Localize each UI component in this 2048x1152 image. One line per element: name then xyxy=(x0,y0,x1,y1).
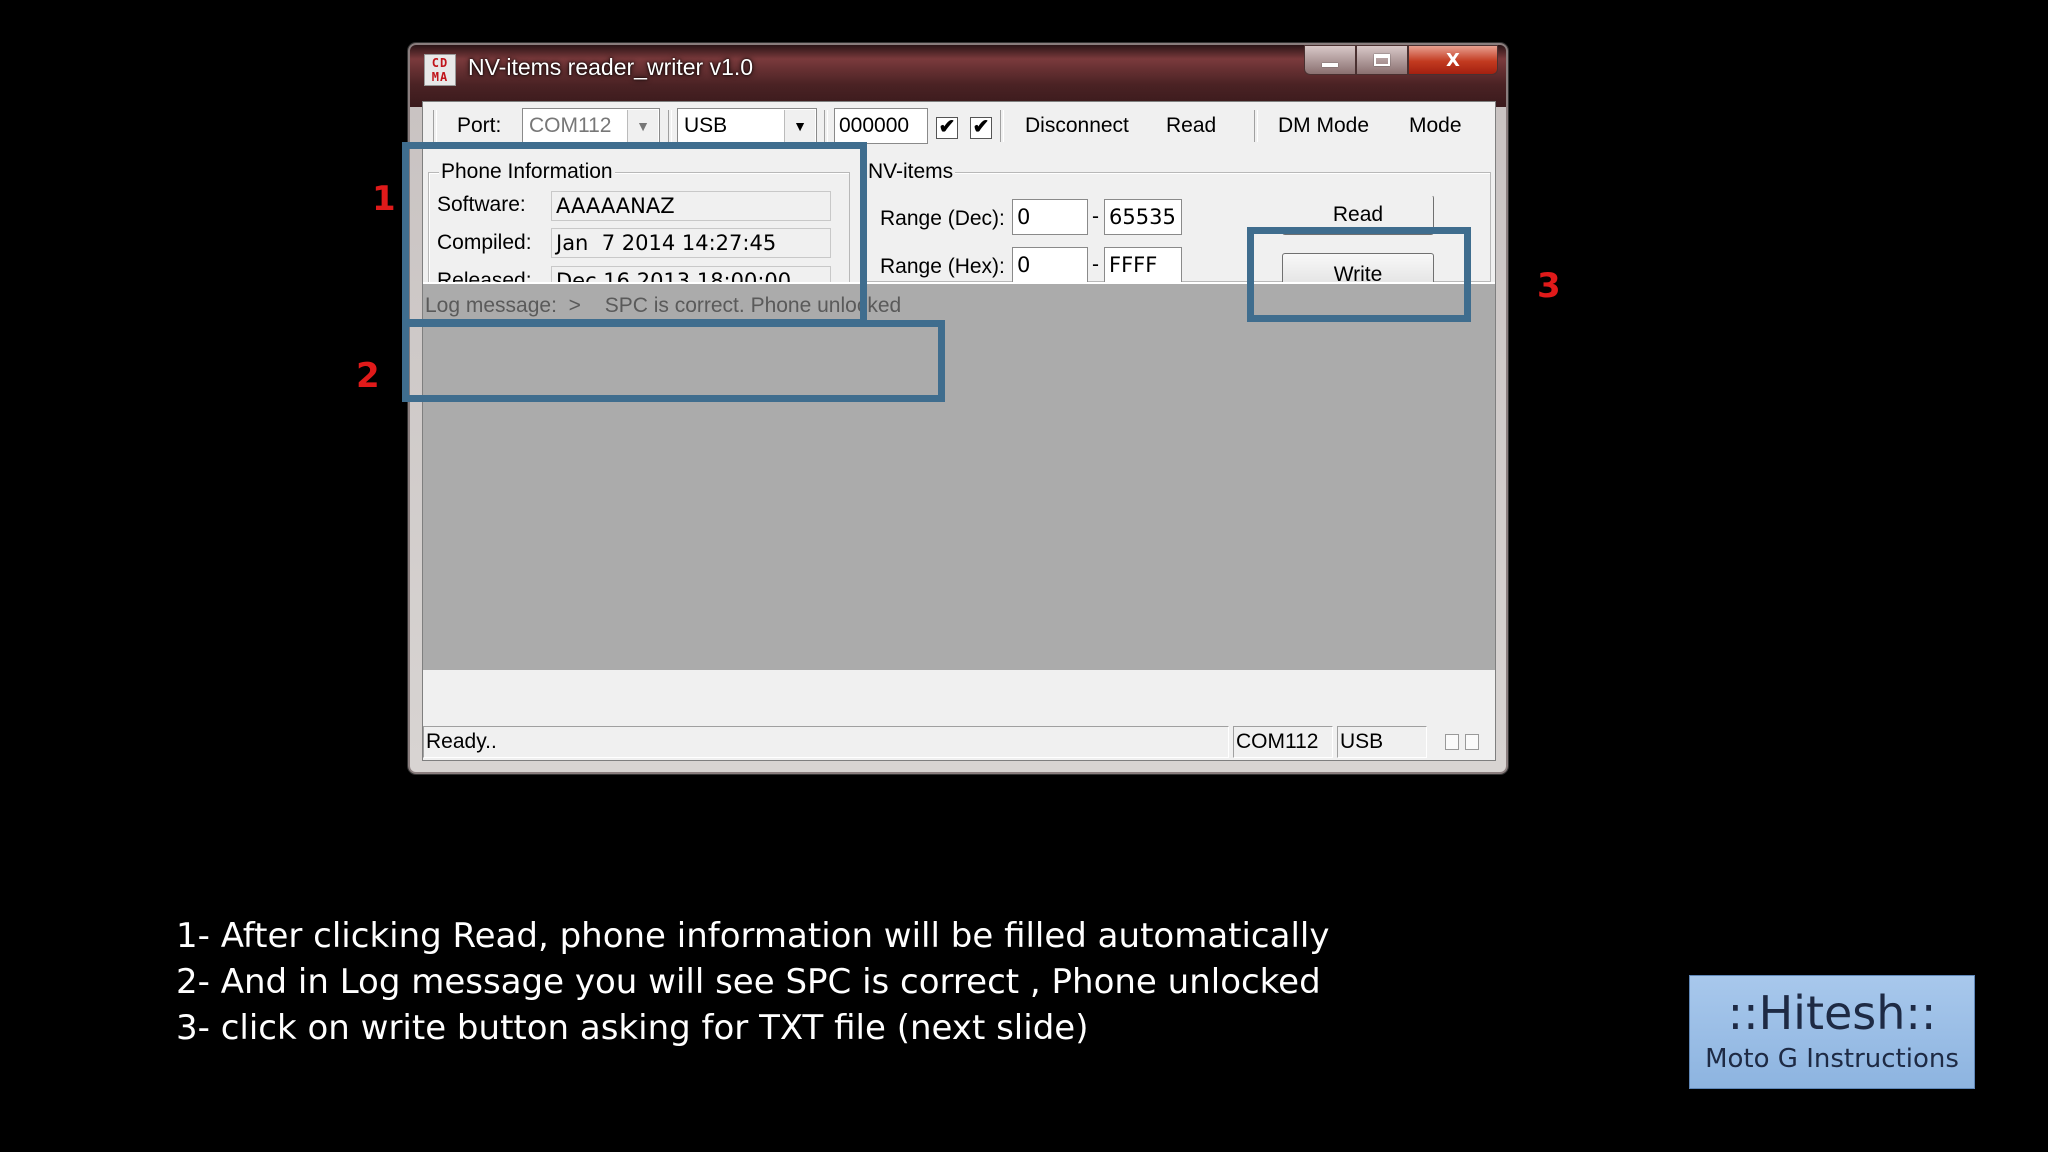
range-dec-label: Range (Dec): xyxy=(880,207,1005,230)
interface-select[interactable]: USB ▼ xyxy=(677,108,817,144)
checkbox-2[interactable]: ✔ xyxy=(970,117,992,139)
toolbar-read-button[interactable]: Read xyxy=(1166,114,1216,138)
chevron-down-icon[interactable]: ▼ xyxy=(627,110,658,142)
toolbar-separator xyxy=(668,110,672,142)
highlight-box-1 xyxy=(402,142,867,326)
title-bar[interactable]: CD MA NV-items reader_writer v1.0 X xyxy=(410,45,1506,95)
close-icon: X xyxy=(1446,49,1460,71)
size-grip-icon[interactable] xyxy=(1465,734,1479,750)
range-hex-dash: - xyxy=(1092,253,1099,276)
toolbar-separator xyxy=(1000,110,1004,142)
range-dec-from-input[interactable]: 0 xyxy=(1012,199,1088,235)
interface-select-value: USB xyxy=(684,114,728,137)
brand-subtitle: Moto G Instructions xyxy=(1705,1044,1959,1074)
status-interface: USB xyxy=(1337,726,1427,758)
marker-3: 3 xyxy=(1537,266,1561,306)
port-select-value: COM112 xyxy=(529,114,612,137)
toolbar-separator xyxy=(1254,110,1258,142)
port-select[interactable]: COM112 ▼ xyxy=(522,108,660,144)
status-text: Ready.. xyxy=(423,726,1229,758)
mode-button[interactable]: Mode xyxy=(1409,114,1462,138)
brand-badge: ::Hitesh:: Moto G Instructions xyxy=(1689,975,1975,1089)
note-2: 2- And in Log message you will see SPC i… xyxy=(176,962,1321,1002)
chevron-down-icon[interactable]: ▼ xyxy=(784,110,815,142)
close-button[interactable]: X xyxy=(1408,45,1498,75)
range-hex-from-input[interactable]: 0 xyxy=(1012,247,1088,283)
marker-2: 2 xyxy=(356,356,380,396)
dm-mode-button[interactable]: DM Mode xyxy=(1278,114,1369,138)
maximize-button[interactable] xyxy=(1356,45,1408,75)
minimize-icon xyxy=(1322,63,1338,67)
checkbox-1[interactable]: ✔ xyxy=(936,117,958,139)
status-port: COM112 xyxy=(1233,726,1333,758)
instruction-notes: 1- After clicking Read, phone informatio… xyxy=(176,913,1329,1051)
range-hex-label: Range (Hex): xyxy=(880,255,1005,278)
status-panel-icon xyxy=(1445,734,1459,750)
window-title: NV-items reader_writer v1.0 xyxy=(468,54,754,80)
range-hex-to-input[interactable]: FFFF xyxy=(1104,247,1182,283)
cdma-logo-icon: CD MA xyxy=(424,54,456,86)
brand-name: ::Hitesh:: xyxy=(1727,986,1937,1040)
toolbar-grip xyxy=(433,110,437,142)
minimize-button[interactable] xyxy=(1304,45,1356,75)
maximize-icon xyxy=(1374,54,1390,66)
range-dec-to-input[interactable]: 65535 xyxy=(1104,199,1182,235)
nv-items-legend: NV-items xyxy=(866,160,956,184)
note-3: 3- click on write button asking for TXT … xyxy=(176,1008,1089,1048)
marker-1: 1 xyxy=(372,179,396,219)
highlight-box-3 xyxy=(1247,227,1471,322)
note-1: 1- After clicking Read, phone informatio… xyxy=(176,916,1330,956)
status-bar: Ready.. COM112 USB xyxy=(423,724,1495,760)
toolbar-separator xyxy=(824,110,828,142)
range-dec-dash: - xyxy=(1092,205,1099,228)
disconnect-button[interactable]: Disconnect xyxy=(1025,114,1129,138)
highlight-box-2 xyxy=(402,320,945,402)
port-label: Port: xyxy=(457,114,502,137)
spc-input[interactable]: 000000 xyxy=(834,108,928,144)
